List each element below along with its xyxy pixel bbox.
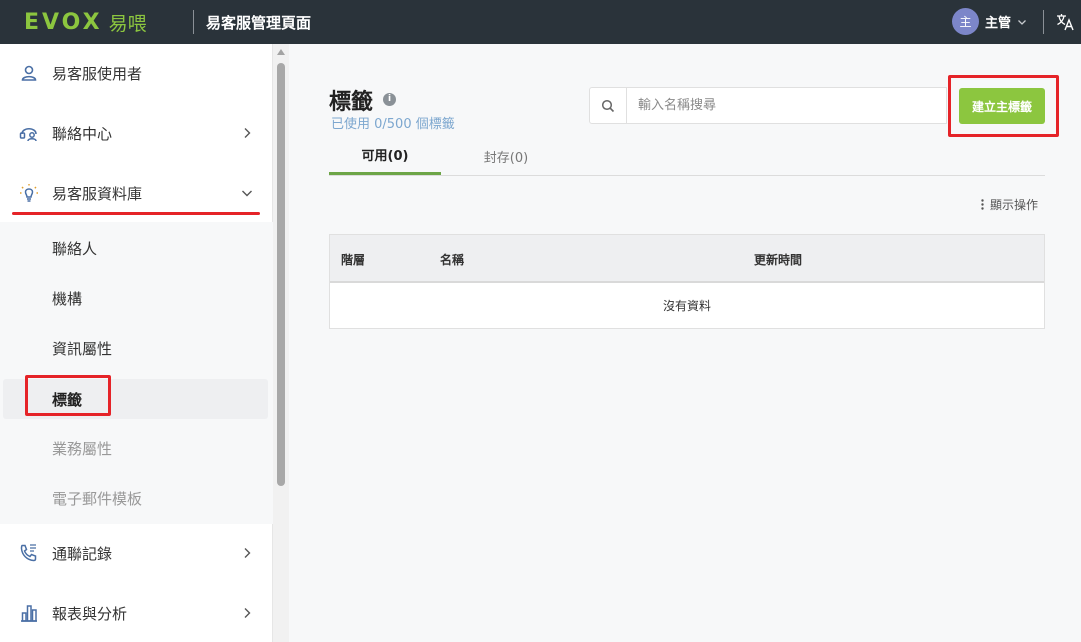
- sidebar-item-label: 報表與分析: [52, 604, 128, 623]
- translate-icon[interactable]: [1055, 12, 1075, 32]
- sidebar-item-call-logs[interactable]: 通聯記錄: [0, 528, 273, 578]
- column-header-level[interactable]: 階層: [341, 251, 365, 268]
- sidebar-subitem-email-templates: 電子郵件模板: [0, 476, 273, 520]
- sidebar-item-reports[interactable]: 報表與分析: [0, 588, 273, 638]
- bar-chart-icon: [21, 605, 37, 622]
- sidebar-item-label: 易客服資料庫: [52, 184, 143, 203]
- sidebar-subitem-info-attributes[interactable]: 資訊屬性: [0, 326, 273, 370]
- chevron-right-icon: [244, 608, 251, 618]
- search-input[interactable]: [628, 88, 946, 123]
- logo-text: EVOX: [24, 10, 103, 35]
- sidebar-item-label: 易客服使用者: [52, 64, 143, 83]
- sidebar-subitem-business-attributes: 業務屬性: [0, 426, 273, 470]
- search-box: [589, 87, 947, 124]
- chevron-down-icon: [242, 190, 252, 197]
- sidebar-item-label: 聯絡中心: [52, 124, 113, 143]
- tab-bar: 可用(0) 封存(0): [329, 137, 1045, 176]
- empty-state: 沒有資料: [662, 299, 711, 313]
- subitem-label: 聯絡人: [52, 239, 98, 258]
- sidebar-subitem-organizations[interactable]: 機構: [0, 276, 273, 320]
- table-header: 階層 名稱 更新時間: [330, 235, 1044, 283]
- subitem-label: 業務屬性: [52, 439, 113, 458]
- sidebar: 易客服使用者 聯絡中心 易客服資料庫 聯絡人 機構 資訊屬性 標籤 業務屬性 電…: [0, 44, 273, 642]
- annotation-box-tags: [25, 375, 111, 416]
- annotation-box-create-button: [948, 75, 1059, 137]
- tab-available[interactable]: 可用(0): [329, 137, 441, 175]
- subitem-label: 機構: [52, 289, 83, 308]
- header-separator: [1043, 10, 1044, 34]
- column-header-name[interactable]: 名稱: [440, 251, 464, 268]
- show-actions-button[interactable]: 顯示操作: [981, 196, 1038, 213]
- user-name: 主管: [985, 16, 1012, 31]
- column-header-updated[interactable]: 更新時間: [754, 251, 802, 268]
- more-vertical-icon: [981, 199, 984, 210]
- scroll-up-arrow[interactable]: [277, 49, 285, 55]
- annotation-underline: [12, 212, 260, 215]
- app-title: 易客服管理頁面: [206, 14, 312, 32]
- sidebar-subitem-contacts[interactable]: 聯絡人: [0, 226, 273, 270]
- lightbulb-icon: [20, 184, 38, 202]
- user-icon: [21, 65, 37, 81]
- sidebar-item-database[interactable]: 易客服資料庫: [0, 168, 273, 218]
- chevron-right-icon: [244, 128, 251, 138]
- tags-table: 階層 名稱 更新時間 沒有資料: [329, 234, 1045, 329]
- header-divider: [193, 10, 194, 34]
- sidebar-item-contact-center[interactable]: 聯絡中心: [0, 108, 273, 158]
- headset-icon: [19, 127, 37, 142]
- user-menu[interactable]: 主 主管: [952, 8, 1027, 35]
- search-icon-container[interactable]: [590, 88, 627, 123]
- info-icon[interactable]: i: [383, 93, 396, 106]
- chevron-right-icon: [244, 548, 251, 558]
- chevron-down-icon: [1018, 19, 1026, 25]
- top-header: EVOX 易喂 易客服管理頁面 主 主管: [0, 0, 1081, 44]
- subitem-label: 資訊屬性: [52, 339, 113, 358]
- scroll-thumb[interactable]: [277, 63, 285, 486]
- logo-chinese: 易喂: [108, 13, 147, 35]
- phone-log-icon: [20, 544, 37, 562]
- search-icon: [601, 99, 615, 112]
- show-actions-label: 顯示操作: [990, 198, 1039, 212]
- sidebar-scrollbar[interactable]: [273, 44, 289, 642]
- evox-logo[interactable]: EVOX 易喂: [24, 9, 147, 36]
- page-title: 標籤: [329, 90, 374, 115]
- avatar: 主: [952, 8, 979, 35]
- tab-archived[interactable]: 封存(0): [441, 137, 571, 175]
- sidebar-item-users[interactable]: 易客服使用者: [0, 48, 273, 98]
- tag-usage-text: 已使用 0/500 個標籤: [331, 117, 455, 132]
- subitem-label: 電子郵件模板: [52, 489, 143, 508]
- sidebar-item-label: 通聯記錄: [52, 544, 113, 563]
